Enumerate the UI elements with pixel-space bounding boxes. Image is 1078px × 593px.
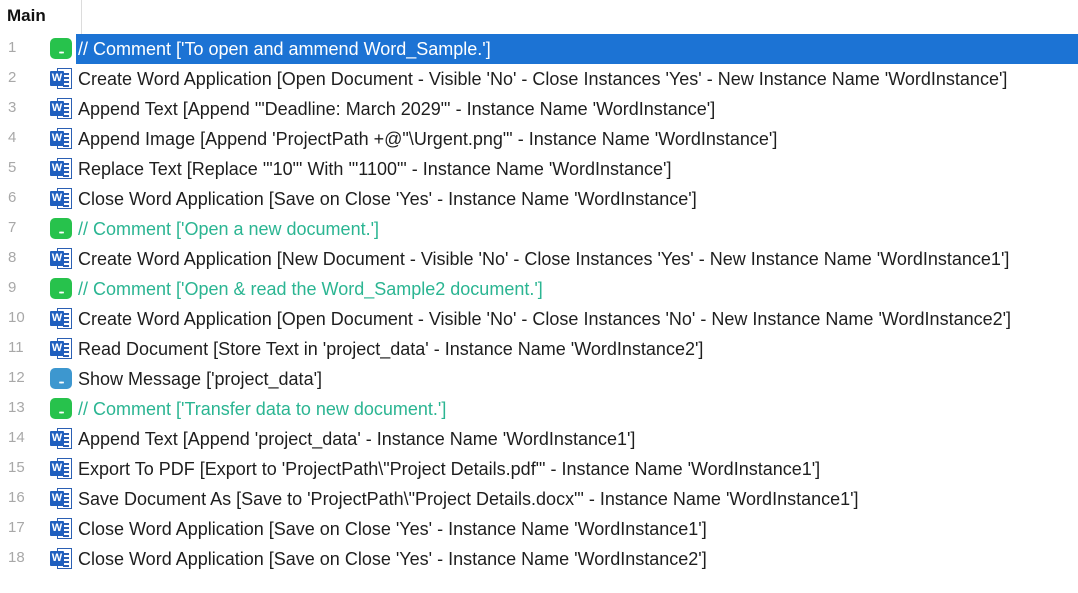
- word-icon: W: [50, 98, 72, 119]
- line-gutter: 8: [0, 244, 46, 274]
- line-number: 11: [8, 339, 24, 356]
- line-number: 13: [8, 399, 25, 416]
- command-row[interactable]: 4 W Append Image [Append 'ProjectPath +@"\…: [0, 124, 1078, 154]
- command-row[interactable]: 10 W Create Word Application [Open Documen…: [0, 304, 1078, 334]
- comment-text: // Comment ['Open a new document.']: [78, 219, 380, 239]
- line-gutter: 2: [0, 64, 46, 94]
- command-row[interactable]: 5 W Replace Text [Replace '"10"' With '"11…: [0, 154, 1078, 184]
- line-number: 9: [8, 279, 17, 296]
- line-gutter: 5: [0, 154, 46, 184]
- command-row[interactable]: 13 // Comment ['Transfer data to new docu…: [0, 394, 1078, 424]
- line-number: 2: [8, 69, 17, 86]
- word-icon: W: [50, 518, 72, 539]
- line-gutter: 4: [0, 124, 46, 154]
- line-number: 4: [8, 129, 17, 146]
- command-text: Close Word Application [Save on Close 'Y…: [78, 519, 707, 539]
- comment-text: // Comment ['Transfer data to new docume…: [78, 399, 447, 419]
- comment-icon: [50, 278, 72, 299]
- tab-main-label: Main: [7, 6, 46, 25]
- line-number: 8: [8, 249, 17, 266]
- message-icon: [50, 368, 72, 389]
- command-row[interactable]: 6 W Close Word Application [Save on Close …: [0, 184, 1078, 214]
- command-text: Close Word Application [Save on Close 'Y…: [78, 189, 697, 209]
- command-row[interactable]: 8 W Create Word Application [New Document …: [0, 244, 1078, 274]
- command-text: Close Word Application [Save on Close 'Y…: [78, 549, 707, 569]
- command-row[interactable]: 16 W Save Document As [Save to 'ProjectPat…: [0, 484, 1078, 514]
- line-number: 12: [8, 369, 25, 386]
- word-icon: W: [50, 548, 72, 569]
- command-text: Replace Text [Replace '"10"' With '"1100…: [78, 159, 672, 179]
- command-text: Export To PDF [Export to 'ProjectPath\"P…: [78, 459, 821, 479]
- command-text: Append Text [Append '"Deadline: March 20…: [78, 99, 716, 119]
- command-text: Save Document As [Save to 'ProjectPath\"…: [78, 489, 859, 509]
- word-icon: W: [50, 128, 72, 149]
- line-gutter: 13: [0, 394, 46, 424]
- tab-main[interactable]: Main: [0, 0, 82, 34]
- command-row[interactable]: 1 // Comment ['To open and ammend Word_Sa…: [0, 34, 1078, 64]
- line-number: 14: [8, 429, 25, 446]
- line-gutter: 14: [0, 424, 46, 454]
- command-row[interactable]: 11 W Read Document [Store Text in 'project…: [0, 334, 1078, 364]
- word-icon: W: [50, 488, 72, 509]
- word-icon: W: [50, 338, 72, 359]
- line-gutter: 18: [0, 544, 46, 574]
- command-list[interactable]: 1 // Comment ['To open and ammend Word_Sa…: [0, 34, 1078, 574]
- command-text: Read Document [Store Text in 'project_da…: [78, 339, 704, 359]
- comment-icon: [50, 218, 72, 239]
- command-text: Create Word Application [Open Document -…: [78, 309, 1012, 329]
- word-icon: W: [50, 308, 72, 329]
- line-gutter: 9: [0, 274, 46, 304]
- command-row[interactable]: 3 W Append Text [Append '"Deadline: March …: [0, 94, 1078, 124]
- line-gutter: 16: [0, 484, 46, 514]
- command-text: Append Text [Append 'project_data' - Ins…: [78, 429, 636, 449]
- line-number: 17: [8, 519, 25, 536]
- comment-icon: [50, 38, 72, 59]
- word-icon: W: [50, 248, 72, 269]
- command-row[interactable]: 18 W Close Word Application [Save on Close…: [0, 544, 1078, 574]
- command-row[interactable]: 14 W Append Text [Append 'project_data' - …: [0, 424, 1078, 454]
- command-row[interactable]: 17 W Close Word Application [Save on Close…: [0, 514, 1078, 544]
- word-icon: W: [50, 68, 72, 89]
- line-gutter: 10: [0, 304, 46, 334]
- line-number: 3: [8, 99, 17, 116]
- comment-text: // Comment ['Open & read the Word_Sample…: [78, 279, 543, 299]
- line-number: 15: [8, 459, 25, 476]
- comment-icon: [50, 398, 72, 419]
- line-number: 1: [8, 39, 17, 56]
- word-icon: W: [50, 428, 72, 449]
- line-gutter: 1: [0, 34, 46, 64]
- command-row[interactable]: 15 W Export To PDF [Export to 'ProjectPath…: [0, 454, 1078, 484]
- word-icon: W: [50, 158, 72, 179]
- command-row[interactable]: 12 Show Message ['project_data']: [0, 364, 1078, 394]
- line-number: 16: [8, 489, 25, 506]
- line-gutter: 15: [0, 454, 46, 484]
- line-number: 5: [8, 159, 17, 176]
- word-icon: W: [50, 188, 72, 209]
- command-text: Append Image [Append 'ProjectPath +@"\Ur…: [78, 129, 778, 149]
- command-row[interactable]: 7 // Comment ['Open a new document.']: [0, 214, 1078, 244]
- command-row[interactable]: 9 // Comment ['Open & read the Word_Sampl…: [0, 274, 1078, 304]
- line-gutter: 7: [0, 214, 46, 244]
- command-text: Show Message ['project_data']: [78, 369, 323, 389]
- line-number: 6: [8, 189, 17, 206]
- line-number: 10: [8, 309, 25, 326]
- command-text: Create Word Application [Open Document -…: [78, 69, 1008, 89]
- line-gutter: 12: [0, 364, 46, 394]
- line-gutter: 3: [0, 94, 46, 124]
- line-number: 18: [8, 549, 25, 566]
- command-row[interactable]: 2 W Create Word Application [Open Document…: [0, 64, 1078, 94]
- line-gutter: 11: [0, 334, 46, 364]
- line-gutter: 6: [0, 184, 46, 214]
- command-text: Create Word Application [New Document - …: [78, 249, 1010, 269]
- word-icon: W: [50, 458, 72, 479]
- line-number: 7: [8, 219, 17, 236]
- comment-text: // Comment ['To open and ammend Word_Sam…: [76, 34, 1078, 64]
- line-gutter: 17: [0, 514, 46, 544]
